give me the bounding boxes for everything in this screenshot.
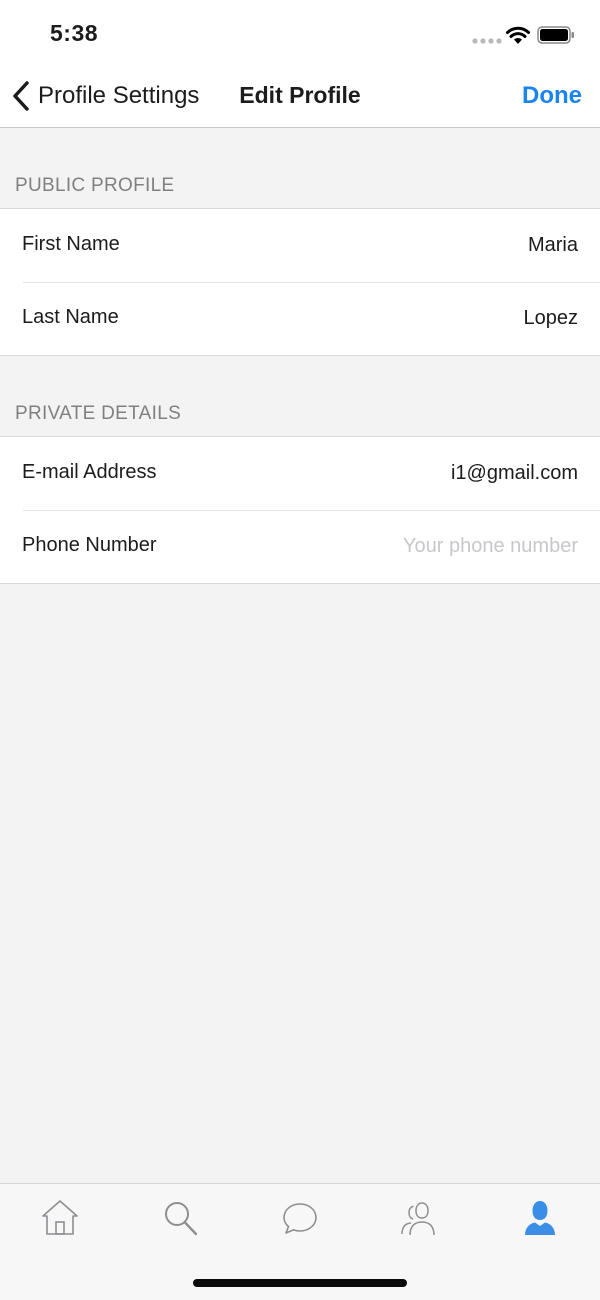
email-row: E-mail Address bbox=[0, 437, 600, 510]
section-header-private-details: PRIVATE DETAILS bbox=[15, 403, 182, 424]
back-button[interactable]: Profile Settings bbox=[10, 74, 199, 118]
home-indicator bbox=[193, 1279, 407, 1287]
chat-bubble-icon bbox=[283, 1203, 317, 1234]
navigation-bar: Profile Settings Edit Profile Done bbox=[0, 64, 600, 128]
private-details-group: E-mail Address Phone Number bbox=[0, 436, 600, 584]
email-label: E-mail Address bbox=[22, 461, 157, 483]
section-header-public-profile: PUBLIC PROFILE bbox=[15, 175, 175, 196]
phone-row: Phone Number bbox=[0, 510, 600, 583]
first-name-row: First Name bbox=[0, 209, 600, 282]
signal-dots-icon bbox=[472, 38, 502, 44]
first-name-field[interactable] bbox=[278, 227, 578, 263]
last-name-row: Last Name bbox=[0, 282, 600, 355]
search-icon bbox=[165, 1202, 198, 1236]
public-profile-group: First Name Last Name bbox=[0, 208, 600, 356]
tab-profile[interactable] bbox=[520, 1198, 560, 1238]
email-field[interactable] bbox=[278, 455, 578, 491]
last-name-field[interactable] bbox=[278, 300, 578, 336]
home-icon bbox=[42, 1200, 78, 1235]
tab-messages[interactable] bbox=[280, 1198, 320, 1238]
battery-icon bbox=[537, 26, 574, 44]
status-time: 5:38 bbox=[50, 20, 99, 46]
first-name-label: First Name bbox=[22, 233, 120, 255]
phone-field[interactable] bbox=[278, 528, 578, 564]
phone-label: Phone Number bbox=[22, 534, 157, 556]
people-icon bbox=[401, 1202, 435, 1236]
tab-home[interactable] bbox=[40, 1198, 80, 1238]
done-button[interactable]: Done bbox=[522, 82, 582, 110]
chevron-left-icon bbox=[13, 81, 29, 111]
page-title: Edit Profile bbox=[239, 82, 361, 108]
back-button-label: Profile Settings bbox=[38, 82, 200, 109]
tab-people[interactable] bbox=[400, 1198, 440, 1238]
status-bar: 5:38 bbox=[0, 0, 600, 64]
wifi-icon bbox=[506, 26, 530, 44]
last-name-label: Last Name bbox=[22, 306, 119, 328]
profile-icon bbox=[525, 1201, 555, 1235]
tab-search[interactable] bbox=[160, 1198, 200, 1238]
